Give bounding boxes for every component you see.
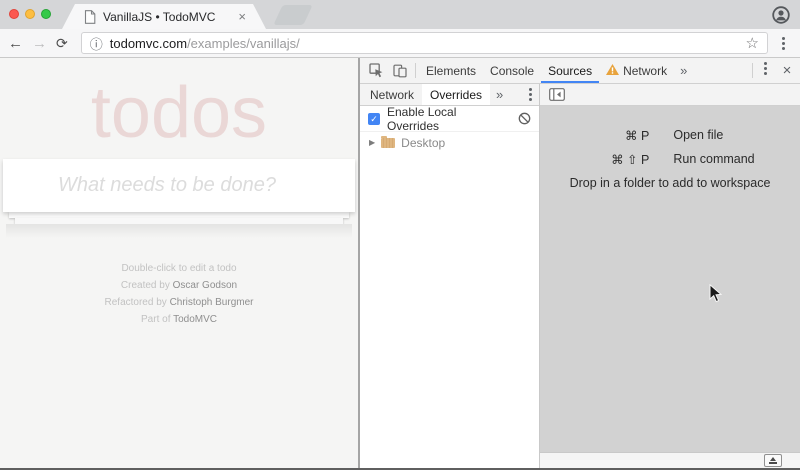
info-link[interactable]: TodoMVC bbox=[173, 314, 217, 325]
info-text: Refactored by bbox=[104, 296, 170, 308]
page-favicon-icon bbox=[84, 10, 96, 24]
window-minimize-button[interactable] bbox=[25, 9, 35, 19]
shortcut-keys: ⌘ P bbox=[625, 129, 650, 143]
tab-console[interactable]: Console bbox=[483, 58, 541, 83]
navigator-more-tabs-icon[interactable]: » bbox=[490, 84, 509, 105]
reload-icon[interactable]: ⟳ bbox=[56, 35, 68, 51]
info-line: Part of TodoMVC bbox=[0, 311, 358, 328]
todo-stack-shadow bbox=[6, 223, 352, 238]
sources-navigator: Network Overrides » ✓ Enable Local Overr… bbox=[360, 84, 540, 468]
forward-icon: → bbox=[32, 34, 47, 52]
editor-placeholder: ⌘ P Open file ⌘ ⇧ P Run command Drop in … bbox=[540, 106, 800, 468]
tab-bar: VanillaJS • TodoMVC × bbox=[0, 0, 800, 29]
enable-overrides-label: Enable Local Overrides bbox=[387, 104, 457, 133]
navigator-tabs: Network Overrides » bbox=[360, 84, 539, 106]
todo-footer-info: Double-click to edit a todo Created by O… bbox=[0, 260, 358, 328]
url-domain: todomvc.com bbox=[109, 35, 188, 51]
tab-title: VanillaJS • TodoMVC bbox=[103, 9, 216, 24]
site-info-icon[interactable]: ⓘ bbox=[90, 34, 103, 53]
tab-sources[interactable]: Sources bbox=[541, 58, 599, 83]
tab-close-icon[interactable]: × bbox=[238, 10, 246, 23]
warning-icon bbox=[606, 63, 620, 78]
folder-name: Desktop bbox=[401, 135, 446, 150]
sources-editor-pane: ⌘ P Open file ⌘ ⇧ P Run command Drop in … bbox=[540, 84, 800, 468]
toggle-navigator-icon[interactable] bbox=[545, 88, 569, 101]
workspace-drop-hint: Drop in a folder to add to workspace bbox=[569, 176, 771, 190]
url-path: /examples/vanillajs/ bbox=[187, 35, 300, 51]
browser-window: VanillaJS • TodoMVC × ← → ⟳ ⓘ todomvc.co… bbox=[0, 0, 800, 470]
clear-overrides-icon[interactable] bbox=[518, 112, 531, 125]
devtools-panel: Elements Console Sources Network » × Net… bbox=[358, 58, 800, 468]
todo-app-page: todos Double-click to edit a todo Create… bbox=[0, 58, 358, 468]
shortcut-list: ⌘ P Open file ⌘ ⇧ P Run command bbox=[585, 128, 755, 176]
browser-tab[interactable]: VanillaJS • TodoMVC × bbox=[62, 4, 266, 29]
info-line: Refactored by Christoph Burgmer bbox=[0, 294, 358, 311]
window-zoom-button[interactable] bbox=[41, 9, 51, 19]
enable-overrides-checkbox[interactable]: ✓ bbox=[368, 112, 380, 125]
tab-network-label: Network bbox=[623, 63, 668, 78]
shortcut-action: Run command bbox=[673, 152, 755, 166]
tab-elements[interactable]: Elements bbox=[419, 58, 483, 83]
devtools-toolbar: Elements Console Sources Network » × bbox=[360, 58, 800, 84]
folder-icon bbox=[381, 135, 396, 148]
new-tab-button[interactable] bbox=[273, 5, 313, 25]
info-link[interactable]: Christoph Burgmer bbox=[170, 297, 254, 308]
navigator-menu-icon[interactable] bbox=[521, 84, 539, 104]
shortcut-row: ⌘ P Open file bbox=[585, 128, 754, 143]
new-todo-card bbox=[3, 158, 355, 212]
inspect-element-icon[interactable] bbox=[364, 58, 388, 83]
tab-network[interactable]: Network bbox=[599, 58, 674, 83]
info-line: Double-click to edit a todo bbox=[0, 260, 358, 277]
url-text: todomvc.com/examples/vanillajs/ bbox=[110, 36, 300, 51]
divider bbox=[415, 63, 416, 78]
devtools-body: Network Overrides » ✓ Enable Local Overr… bbox=[360, 84, 800, 468]
info-text: Part of bbox=[141, 313, 174, 325]
tab-navigator-overrides[interactable]: Overrides bbox=[422, 84, 491, 105]
window-content: todos Double-click to edit a todo Create… bbox=[0, 58, 800, 468]
divider bbox=[752, 63, 753, 78]
info-line: Created by Oscar Godson bbox=[0, 277, 358, 294]
devtools-menu-icon[interactable] bbox=[756, 58, 774, 78]
address-bar[interactable]: ⓘ todomvc.com/examples/vanillajs/ ☆ bbox=[80, 32, 768, 54]
info-link[interactable]: Oscar Godson bbox=[173, 280, 237, 291]
tab-navigator-network[interactable]: Network bbox=[362, 84, 422, 105]
devtools-close-icon[interactable]: × bbox=[774, 58, 800, 83]
todos-title: todos bbox=[90, 73, 268, 153]
more-tabs-icon[interactable]: » bbox=[674, 58, 693, 83]
disclosure-triangle-icon[interactable]: ▶ bbox=[369, 138, 375, 147]
info-text: Created by bbox=[120, 279, 173, 291]
profile-avatar-icon[interactable] bbox=[772, 6, 790, 24]
shortcut-action: Open file bbox=[673, 128, 724, 142]
browser-menu-icon[interactable] bbox=[774, 33, 792, 53]
folder-tree-item-desktop[interactable]: ▶ Desktop bbox=[360, 132, 539, 153]
bookmark-star-icon[interactable]: ☆ bbox=[746, 34, 759, 52]
traffic-lights bbox=[9, 9, 51, 19]
editor-toolbar bbox=[540, 84, 800, 106]
editor-status-bar bbox=[540, 452, 800, 468]
back-icon[interactable]: ← bbox=[8, 36, 23, 51]
browser-toolbar: ← → ⟳ ⓘ todomvc.com/examples/vanillajs/ … bbox=[0, 29, 800, 58]
enable-overrides-row: ✓ Enable Local Overrides bbox=[360, 104, 539, 133]
shortcut-keys: ⌘ ⇧ P bbox=[611, 153, 650, 167]
info-text: Double-click to edit a todo bbox=[121, 262, 237, 274]
eject-icon[interactable] bbox=[764, 454, 782, 467]
device-toolbar-icon[interactable] bbox=[388, 58, 412, 83]
window-close-button[interactable] bbox=[9, 9, 19, 19]
new-todo-input[interactable] bbox=[3, 158, 355, 212]
shortcut-row: ⌘ ⇧ P Run command bbox=[585, 152, 755, 167]
